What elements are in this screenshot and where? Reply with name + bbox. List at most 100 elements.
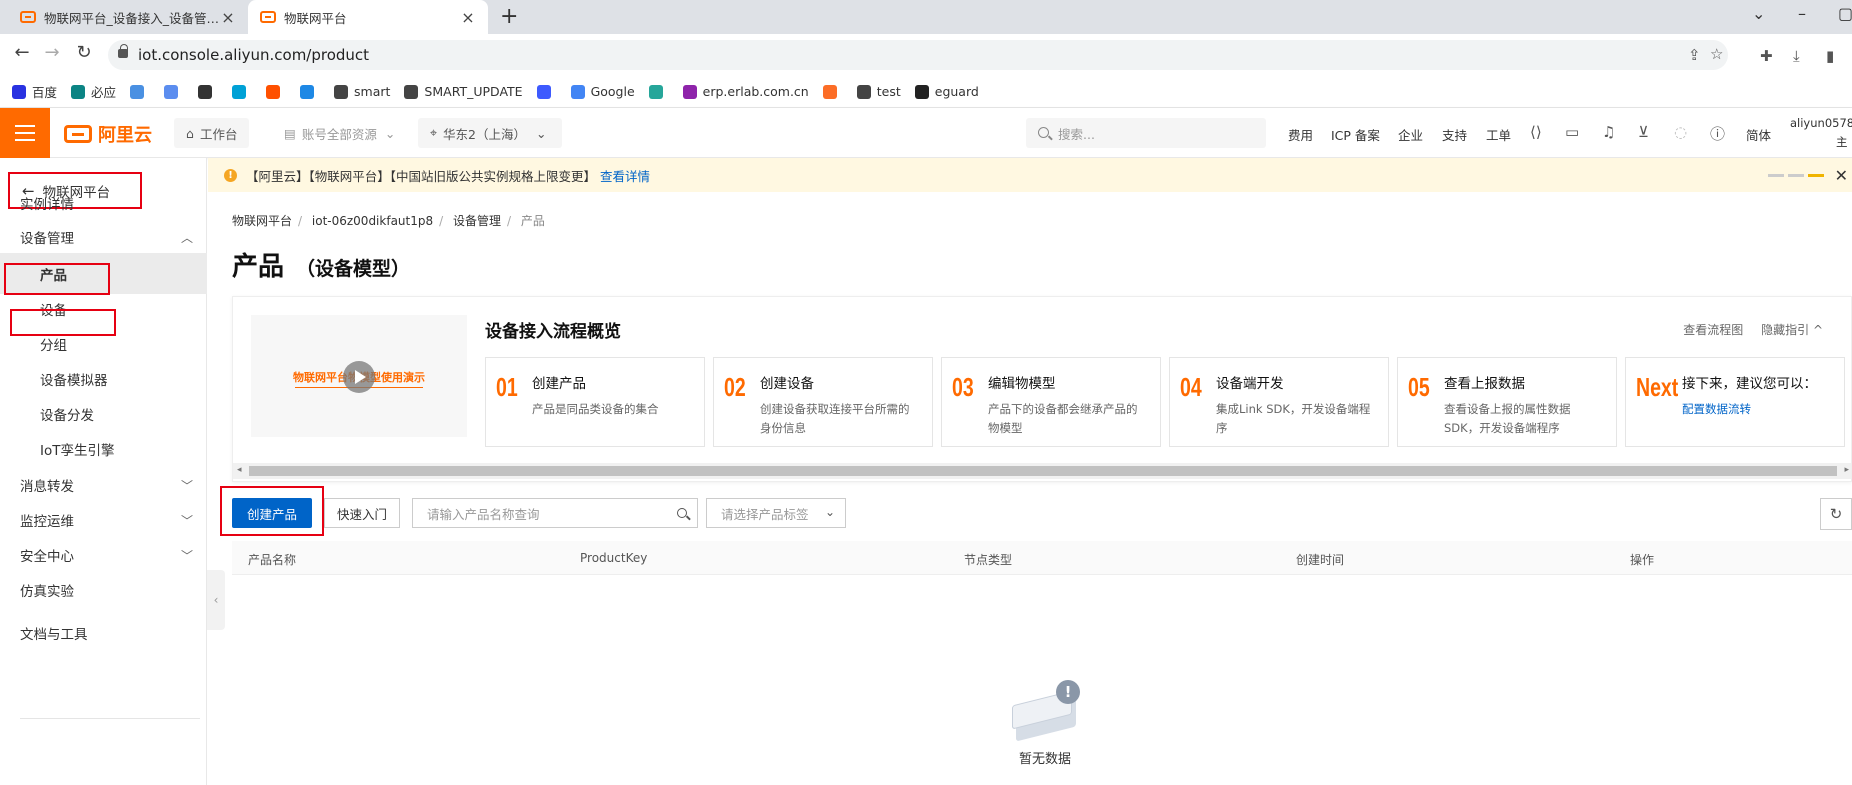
quickstart-button[interactable]: 快速入门 (324, 498, 400, 528)
sidebar-item[interactable]: IoT孪生引擎 (0, 428, 207, 469)
scroll-left-icon[interactable]: ◂ (237, 465, 242, 475)
step-link[interactable]: 配置数据流转 (1682, 400, 1832, 419)
bookmark-item[interactable]: smart (334, 84, 390, 99)
announcement-text: 【阿里云】【物联网平台】【中国站旧版公共实例规格上限变更】 (246, 168, 597, 184)
bookmark-item[interactable]: erp.erlab.com.cn (682, 84, 809, 99)
star-icon[interactable]: ☆ (1710, 45, 1723, 63)
bookmark-item[interactable] (536, 84, 557, 99)
close-icon[interactable]: ✕ (1835, 166, 1848, 185)
horizontal-scrollbar[interactable]: ◂ ▸ (233, 463, 1851, 479)
bookmark-label: erp.erlab.com.cn (702, 84, 809, 99)
view-flowchart-link[interactable]: 查看流程图 (1683, 323, 1743, 337)
back-arrow-icon[interactable]: ← (10, 42, 34, 63)
search-icon[interactable] (677, 508, 687, 518)
global-search-input[interactable]: 搜索... (1026, 118, 1266, 148)
step-desc: 创建设备获取连接平台所需的身份信息 (760, 402, 910, 435)
bookmark-item[interactable] (300, 84, 320, 99)
chevron-down-icon: ⌄ (384, 125, 396, 141)
browser-tab-active[interactable]: 物联网平台 × (248, 0, 488, 34)
create-product-button[interactable]: 创建产品 (232, 498, 312, 528)
help-icon[interactable]: ⓘ (1710, 123, 1725, 144)
minimize-icon[interactable]: – (1798, 4, 1806, 23)
sidebar-item[interactable]: 仿真实验 (0, 569, 207, 610)
reload-icon[interactable]: ↻ (72, 42, 96, 63)
maximize-icon[interactable]: ▢ (1838, 4, 1852, 23)
scrollbar-thumb[interactable] (249, 466, 1837, 476)
bookmark-item[interactable] (164, 84, 184, 99)
code-icon[interactable]: ⟨⟩ (1530, 123, 1542, 141)
refresh-icon[interactable]: ↻ (1820, 498, 1852, 530)
product-tag-select[interactable]: 请选择产品标签 ⌄ (706, 498, 846, 528)
new-tab-icon[interactable]: + (500, 4, 518, 29)
page-title-text: 产品 (232, 252, 285, 282)
step-title: 查看上报数据 (1444, 376, 1525, 392)
search-placeholder: 搜索... (1058, 126, 1095, 142)
bookmark-item[interactable] (266, 84, 286, 99)
play-icon[interactable] (343, 361, 375, 393)
sidebar-item-label: 实例详情 (20, 196, 74, 213)
nav-fees[interactable]: 费用 (1288, 125, 1313, 144)
workbench-label: 工作台 (199, 126, 238, 142)
sidebar-item[interactable]: 设备管理 ︿ (0, 216, 207, 257)
address-bar-row: ← → ↻ iot.console.aliyun.com/product ⇪ ☆… (0, 34, 1852, 76)
bookmark-item[interactable] (648, 84, 669, 99)
bookmark-item[interactable]: eguard (914, 84, 979, 99)
guide-step[interactable]: 05 查看上报数据 查看设备上报的属性数据SDK，开发设备端程序 (1397, 357, 1617, 447)
step-title: 创建产品 (532, 376, 586, 392)
resource-group-select[interactable]: ▤ 账号全部资源 ⌄ (272, 118, 408, 148)
breadcrumb-item[interactable]: 设备管理 (453, 214, 501, 228)
breadcrumb-current: 产品 (520, 214, 545, 228)
browser-tab[interactable]: 物联网平台_设备接入_设备管理_ × (8, 0, 248, 34)
scroll-right-icon[interactable]: ▸ (1844, 465, 1849, 475)
forward-arrow-icon[interactable]: → (40, 42, 64, 63)
guide-step[interactable]: 01 创建产品 产品是同品类设备的集合 (485, 357, 705, 447)
tab-search-chevron-icon[interactable]: ⌄ (1752, 4, 1765, 23)
extensions-icon[interactable]: ✚ (1760, 47, 1773, 65)
bookmark-item[interactable]: Google (570, 84, 635, 99)
guide-step[interactable]: 02 创建设备 创建设备获取连接平台所需的身份信息 (713, 357, 933, 447)
breadcrumb-item[interactable]: 物联网平台 (232, 214, 292, 228)
nav-enterprise[interactable]: 企业 (1398, 125, 1423, 144)
collapse-sidebar-icon[interactable]: ‹ (207, 570, 225, 630)
announcement-link[interactable]: 查看详情 (600, 166, 650, 185)
url-field[interactable]: iot.console.aliyun.com/product ⇪ ☆ (108, 40, 1728, 70)
download-icon[interactable]: ⤓ (1793, 47, 1800, 65)
cart-icon[interactable]: ⊻ (1638, 123, 1649, 141)
bookmark-label: 百度 (32, 85, 58, 100)
carousel-indicator[interactable] (1768, 174, 1824, 177)
nav-support[interactable]: 支持 (1442, 125, 1467, 144)
hide-guide-link[interactable]: 隐藏指引 ^ (1761, 323, 1823, 337)
demo-video[interactable]: 物联网平台物模型使用演示 (251, 315, 467, 437)
workbench-button[interactable]: ⌂ 工作台 (174, 118, 250, 148)
bookmark-icon (164, 84, 179, 99)
account-name[interactable]: aliyun0578 (1790, 116, 1852, 130)
guide-step[interactable]: 03 编辑物模型 产品下的设备都会继承产品的物模型 (941, 357, 1161, 447)
bookmark-item[interactable]: 必应 (71, 82, 116, 101)
share-icon[interactable]: ⇪ (1688, 46, 1701, 64)
terminal-icon[interactable]: ▭ (1565, 123, 1579, 141)
breadcrumb-item[interactable]: iot-06z00dikfaut1p8 (312, 214, 433, 228)
lightbulb-icon[interactable]: ◌ (1674, 123, 1687, 141)
close-tab-icon[interactable]: × (220, 8, 236, 27)
bookmark-item[interactable] (232, 84, 252, 99)
bookmark-item[interactable] (198, 84, 218, 99)
bookmark-item[interactable]: test (856, 84, 901, 99)
sidebar-item-label: 设备 (40, 302, 67, 319)
bookmark-item[interactable] (130, 84, 150, 99)
menu-icon[interactable] (0, 108, 50, 158)
region-select[interactable]: ⌖ 华东2（上海） ⌄ (418, 118, 562, 148)
sidebar-panel-icon[interactable]: ▮ (1826, 47, 1834, 65)
sidebar-item[interactable]: 文档与工具 (0, 612, 207, 653)
guide-step[interactable]: 04 设备端开发 集成Link SDK，开发设备端程序 (1169, 357, 1389, 447)
product-search-input[interactable]: 请输入产品名称查询 (412, 498, 698, 528)
guide-step[interactable]: Next 接下来，建议您可以： 配置数据流转 (1625, 357, 1845, 447)
language-switch[interactable]: 简体 (1746, 125, 1771, 144)
close-tab-icon[interactable]: × (460, 8, 476, 27)
nav-icp[interactable]: ICP 备案 (1331, 125, 1380, 144)
bookmark-item[interactable] (822, 84, 843, 99)
aliyun-logo[interactable]: 阿里云 (64, 121, 152, 147)
bookmark-item[interactable]: SMART_UPDATE (404, 84, 523, 99)
nav-ticket[interactable]: 工单 (1486, 125, 1511, 144)
bookmark-item[interactable]: 百度 (12, 82, 57, 101)
bell-icon[interactable]: ♫ (1602, 123, 1615, 141)
